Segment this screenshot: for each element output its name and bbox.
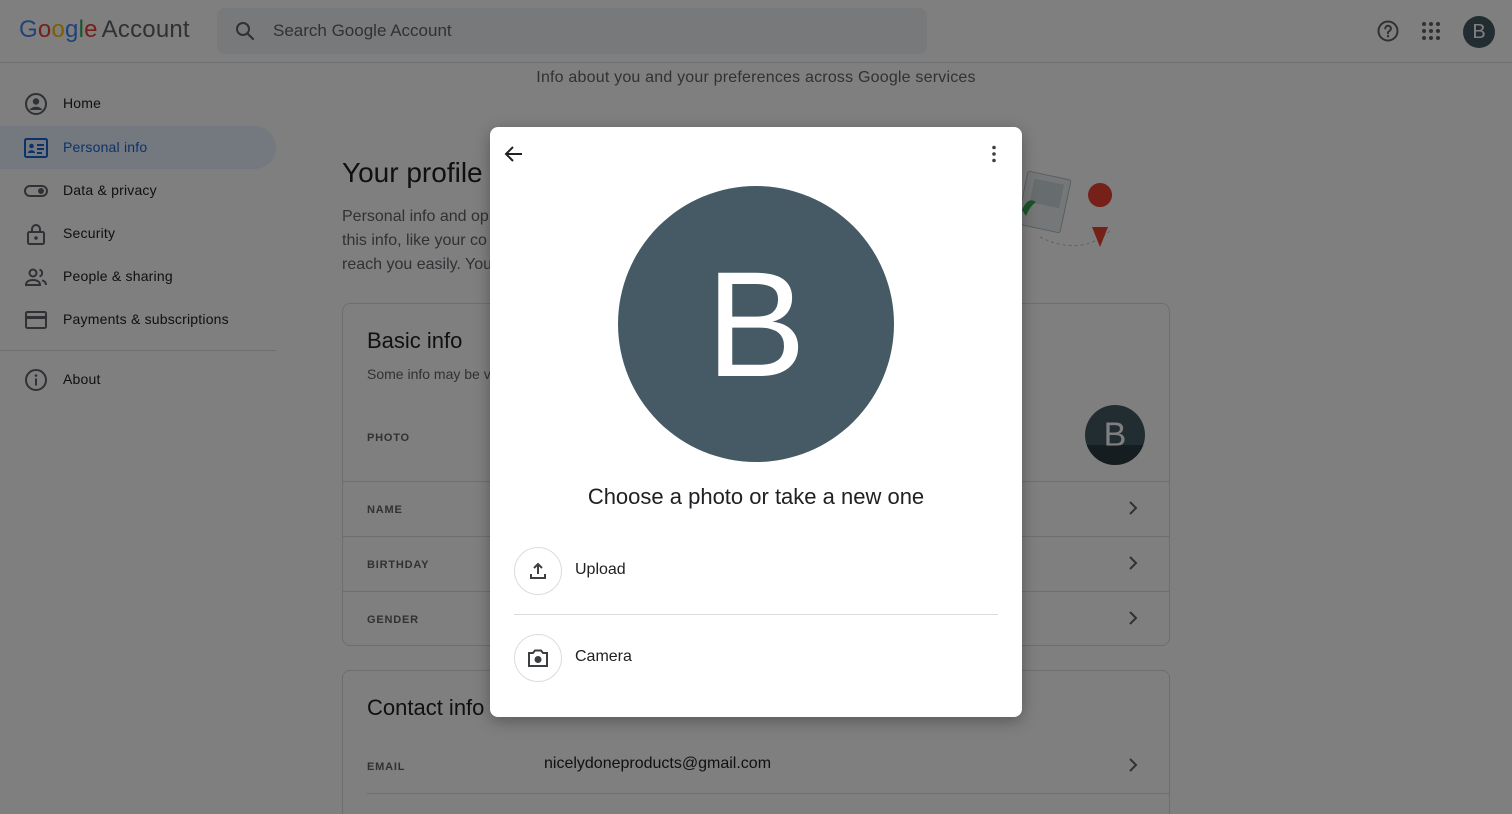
upload-icon-circle: [514, 547, 562, 595]
dialog-title: Choose a photo or take a new one: [587, 484, 925, 509]
camera-icon-circle: [514, 634, 562, 682]
profile-photo-dialog: B Choose a photo or take a new one Uploa…: [490, 127, 1022, 717]
upload-icon: [530, 562, 546, 579]
camera-icon: [528, 649, 548, 667]
upload-label: Upload: [575, 561, 626, 578]
camera-option[interactable]: Camera: [514, 632, 998, 684]
upload-option[interactable]: Upload: [514, 545, 998, 597]
more-vert-icon[interactable]: [982, 142, 1006, 166]
option-divider: [514, 614, 998, 615]
camera-label: Camera: [575, 648, 632, 665]
dialog-avatar-preview: B: [618, 186, 894, 462]
back-arrow-icon[interactable]: [502, 142, 526, 166]
